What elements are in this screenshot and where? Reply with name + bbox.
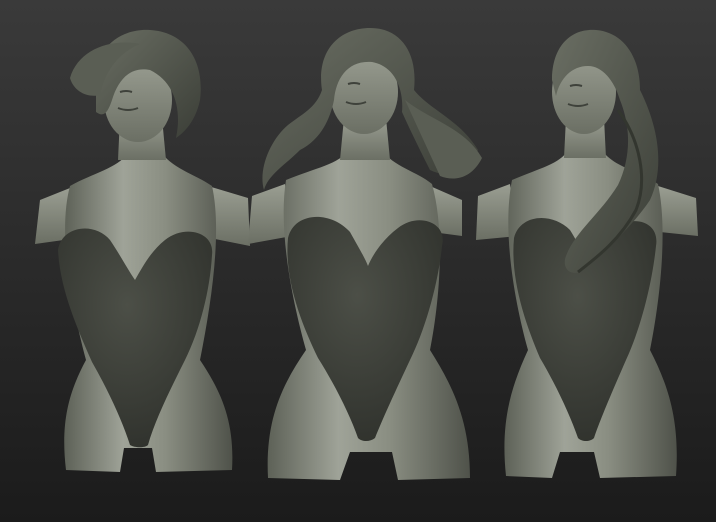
sculpt-render: [0, 0, 716, 522]
sculpt-viewport: [0, 0, 716, 522]
